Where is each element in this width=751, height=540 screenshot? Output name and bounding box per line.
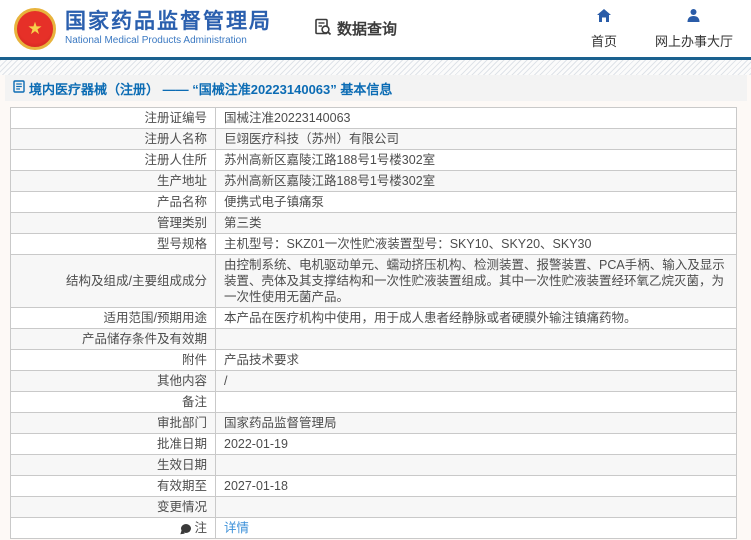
- row-label: 生效日期: [10, 454, 216, 476]
- table-row: 有效期至 2027-01-18: [10, 475, 737, 497]
- row-value: 2027-01-18: [215, 475, 737, 497]
- table-row: 注册人住所 苏州高新区嘉陵江路188号1号楼302室: [10, 149, 737, 171]
- row-value: 便携式电子镇痛泵: [215, 191, 737, 213]
- row-value: 苏州高新区嘉陵江路188号1号楼302室: [215, 149, 737, 171]
- site-header: ★ 国家药品监督管理局 National Medical Products Ad…: [0, 0, 751, 57]
- table-row: 其他内容 /: [10, 370, 737, 392]
- nav-home-label: 首页: [590, 33, 617, 49]
- row-value: 国械注准20223140063: [215, 107, 737, 129]
- table-row: 注详情: [10, 517, 737, 539]
- table-row: 备注: [10, 391, 737, 413]
- row-value: 由控制系统、电机驱动单元、蠕动挤压机构、检测装置、报警装置、PCA手柄、输入及显…: [215, 254, 737, 308]
- site-title: 国家药品监督管理局: [65, 10, 272, 33]
- row-label: 结构及组成/主要组成成分: [10, 254, 216, 308]
- registration-info-table: 注册证编号 国械注准20223140063 注册人名称 巨翊医疗科技（苏州）有限公司注…: [10, 107, 737, 539]
- row-label: 生产地址: [10, 170, 216, 192]
- row-label: 批准日期: [10, 433, 216, 455]
- nav-home[interactable]: 首页: [591, 8, 617, 50]
- row-value: 第三类: [215, 212, 737, 234]
- data-query-menu[interactable]: 数据查询: [314, 18, 397, 40]
- data-query-label: 数据查询: [337, 21, 398, 38]
- row-label: 注册人住所: [10, 149, 216, 171]
- registration-info-table-wrap: 注册证编号 国械注准20223140063 注册人名称 巨翊医疗科技（苏州）有限公司注…: [10, 107, 737, 539]
- table-row: 注册人名称 巨翊医疗科技（苏州）有限公司: [10, 128, 737, 150]
- person-icon: [686, 8, 701, 28]
- row-label: 附件: [10, 349, 216, 371]
- row-value: 苏州高新区嘉陵江路188号1号楼302室: [215, 170, 737, 192]
- table-row: 产品储存条件及有效期: [10, 328, 737, 350]
- row-value: [215, 391, 737, 413]
- row-label: 适用范围/预期用途: [10, 307, 216, 329]
- row-label: 产品名称: [10, 191, 216, 213]
- document-search-icon: [314, 18, 337, 40]
- row-label: 其他内容: [10, 370, 216, 392]
- row-label: 备注: [10, 391, 216, 413]
- table-row: 结构及组成/主要组成成分 由控制系统、电机驱动单元、蠕动挤压机构、检测装置、报警装…: [10, 254, 737, 308]
- table-row: 批准日期 2022-01-19: [10, 433, 737, 455]
- row-label: 型号规格: [10, 233, 216, 255]
- note-comment-icon: [181, 524, 192, 533]
- row-label: 管理类别: [10, 212, 216, 234]
- table-row: 产品名称 便携式电子镇痛泵: [10, 191, 737, 213]
- row-value: 国家药品监督管理局: [215, 412, 737, 434]
- row-label: 变更情况: [10, 496, 216, 518]
- info-table-body: 注册证编号 国械注准20223140063 注册人名称 巨翊医疗科技（苏州）有限公司注…: [10, 107, 737, 539]
- nav-online-service-hall-label: 网上办事大厅: [654, 33, 733, 49]
- site-logo-text: 国家药品监督管理局 National Medical Products Admi…: [65, 10, 272, 47]
- table-row: 型号规格 主机型号：SKZ01一次性贮液装置型号：SKY10、SKY20、SKY3…: [10, 233, 737, 255]
- row-value: 产品技术要求: [215, 349, 737, 371]
- table-row: 审批部门 国家药品监督管理局: [10, 412, 737, 434]
- row-label: 有效期至: [10, 475, 216, 497]
- national-emblem-logo: ★: [14, 7, 56, 50]
- home-icon: [596, 8, 612, 28]
- table-row: 变更情况: [10, 496, 737, 518]
- row-value: [215, 328, 737, 350]
- table-row: 适用范围/预期用途 本产品在医疗机构中使用，用于成人患者经静脉或者硬膜外输注镇痛药…: [10, 307, 737, 329]
- detail-link[interactable]: 详情: [224, 521, 249, 535]
- row-value: 巨翊医疗科技（苏州）有限公司: [215, 128, 737, 150]
- row-value: 详情: [215, 517, 737, 539]
- row-value: [215, 496, 737, 518]
- table-row: 附件 产品技术要求: [10, 349, 737, 371]
- table-row: 生产地址 苏州高新区嘉陵江路188号1号楼302室: [10, 170, 737, 192]
- hatched-background-strip: [0, 60, 751, 75]
- row-value: /: [215, 370, 737, 392]
- page-title: 境内医疗器械（注册） —— “国械注准20223140063” 基本信息: [29, 81, 393, 97]
- row-label: 注册人名称: [10, 128, 216, 150]
- table-row: 生效日期: [10, 454, 737, 476]
- row-label: 注: [10, 517, 216, 539]
- row-value: 2022-01-19: [215, 433, 737, 455]
- row-label: 审批部门: [10, 412, 216, 434]
- document-icon: [13, 80, 29, 96]
- nav-online-service-hall[interactable]: 网上办事大厅: [655, 8, 733, 50]
- row-label: 产品储存条件及有效期: [10, 328, 216, 350]
- table-row: 管理类别 第三类: [10, 212, 737, 234]
- row-value: 本产品在医疗机构中使用，用于成人患者经静脉或者硬膜外输注镇痛药物。: [215, 307, 737, 329]
- row-value: [215, 454, 737, 476]
- breadcrumb: 境内医疗器械（注册） —— “国械注准20223140063” 基本信息: [5, 75, 747, 101]
- table-row: 注册证编号 国械注准20223140063: [10, 107, 737, 129]
- site-subtitle: National Medical Products Administration: [65, 35, 247, 46]
- row-label: 注册证编号: [10, 107, 216, 129]
- row-value: 主机型号：SKZ01一次性贮液装置型号：SKY10、SKY20、SKY30: [215, 233, 737, 255]
